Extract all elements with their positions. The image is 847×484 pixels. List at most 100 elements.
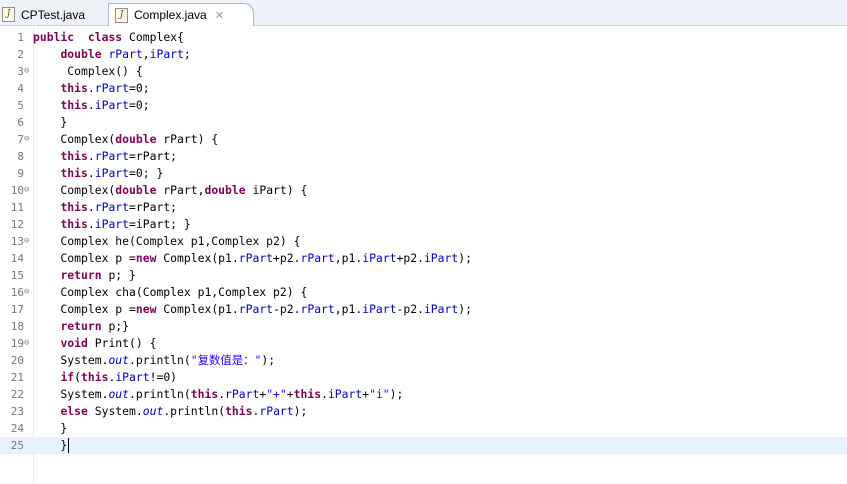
code-token: , [142,47,150,61]
editor-tab-bar: J CPTest.java J Complex.java ✕ [0,0,847,26]
code-text: else System.out.println(this.rPart); [33,403,307,420]
code-token: System. [33,353,109,367]
code-token: ); [458,251,472,265]
line-number: 20 [10,354,24,367]
code-line[interactable]: 21 if(this.iPart!=0) [0,369,847,386]
code-line[interactable]: 2 double rPart,iPart; [0,46,847,63]
line-number: 25 [10,439,24,452]
code-line[interactable]: 23 else System.out.println(this.rPart); [0,403,847,420]
fold-toggle-icon[interactable]: ⊖ [24,63,29,80]
code-text: this.rPart=rPart; [33,148,177,165]
code-text: Complex(double rPart) { [33,131,218,148]
code-text: public class Complex{ [33,29,184,46]
code-token: .println( [129,387,191,401]
code-line[interactable]: 6 } [0,114,847,131]
code-line[interactable]: 18 return p;} [0,318,847,335]
code-line[interactable]: 10 ⊖ Complex(double rPart,double iPart) { [0,182,847,199]
line-number: 3 [17,65,24,78]
code-text: Complex(double rPart,double iPart) { [33,182,307,199]
code-line[interactable]: 3 ⊖ Complex() { [0,63,847,80]
code-token: iPart [423,251,459,265]
code-token: + [286,387,294,401]
code-line[interactable]: 22 System.out.println(this.rPart+"+"+thi… [0,386,847,403]
code-token: =rPart; [129,149,178,163]
code-token: +p2. [396,251,424,265]
code-text: System.out.println("复数值是："); [33,352,275,369]
line-number: 9 [17,167,24,180]
code-token: } [33,421,68,435]
close-icon[interactable]: ✕ [215,9,224,22]
fold-toggle-icon[interactable]: ⊖ [24,233,29,250]
tab-complex-java[interactable]: J Complex.java ✕ [108,3,254,26]
code-token: iPart [94,166,130,180]
code-line[interactable]: 9 this.iPart=0; } [0,165,847,182]
code-token: . [87,166,95,180]
code-line[interactable]: 8 this.rPart=rPart; [0,148,847,165]
code-line[interactable]: 4 this.rPart=0; [0,80,847,97]
code-token: ; [183,47,191,61]
code-text: } [33,437,70,454]
code-token: rPart [259,404,294,418]
line-number: 10 [10,184,24,197]
code-token: -p2. [396,302,424,316]
line-number: 24 [10,422,24,435]
code-token: . [87,98,95,112]
code-token: ); [458,302,472,316]
code-line[interactable]: 17 Complex p =new Complex(p1.rPart-p2.rP… [0,301,847,318]
code-token: if [60,370,75,384]
code-line[interactable]: 13 ⊖ Complex he(Complex p1,Complex p2) { [0,233,847,250]
fold-toggle-icon[interactable]: ⊖ [24,182,29,199]
line-number: 13 [10,235,24,248]
code-text: } [33,114,67,131]
code-token: rPart [225,387,260,401]
code-line[interactable]: 20 System.out.println("复数值是："); [0,352,847,369]
java-file-icon: J [115,7,128,23]
code-token: rPart [94,81,130,95]
tab-cptest-java[interactable]: J CPTest.java [0,3,105,26]
line-number: 21 [10,371,24,384]
code-line[interactable]: 11 this.rPart=rPart; [0,199,847,216]
code-token: Complex{ [122,30,184,44]
fold-toggle-icon[interactable]: ⊖ [24,131,29,148]
code-token: double [60,47,102,61]
code-line[interactable]: 5 this.iPart=0; [0,97,847,114]
fold-toggle-icon[interactable]: ⊖ [24,335,29,352]
line-number: 22 [10,388,24,401]
code-line[interactable]: 24 } [0,420,847,437]
code-token: "复数值是：" [190,353,262,367]
code-text: return p; } [33,267,135,284]
code-line[interactable]: 15 return p; } [0,267,847,284]
java-file-icon: J [2,7,15,22]
code-line[interactable]: 16 ⊖ Complex cha(Complex p1,Complex p2) { [0,284,847,301]
code-line[interactable]: 25 } [0,437,847,454]
fold-toggle-icon[interactable]: ⊖ [24,284,29,301]
code-token: double [204,183,246,197]
code-line[interactable]: 7 ⊖ Complex(double rPart) { [0,131,847,148]
code-text: Complex cha(Complex p1,Complex p2) { [33,284,307,301]
code-line[interactable]: 12 this.iPart=iPart; } [0,216,847,233]
code-text: System.out.println(this.rPart+"+"+this.i… [33,386,403,403]
code-token: public [33,30,75,44]
line-number: 14 [10,252,24,265]
code-token: iPart [94,217,130,231]
code-token: -p2. [273,302,301,316]
code-token: iPart [94,98,130,112]
code-token: iPart) { [245,183,308,197]
code-text: Complex he(Complex p1,Complex p2) { [33,233,300,250]
tab-label: CPTest.java [21,7,86,22]
code-token: =0; [129,98,150,112]
code-text: this.rPart=0; [33,80,149,97]
code-line[interactable]: 14 Complex p =new Complex(p1.rPart+p2.rP… [0,250,847,267]
code-token: ); [389,387,404,401]
line-number: 11 [10,201,24,214]
code-line[interactable]: 19 ⊖ void Print() { [0,335,847,352]
code-line[interactable]: 1 public class Complex{ [0,29,847,46]
line-number: 15 [10,269,24,282]
code-text: return p;} [33,318,129,335]
